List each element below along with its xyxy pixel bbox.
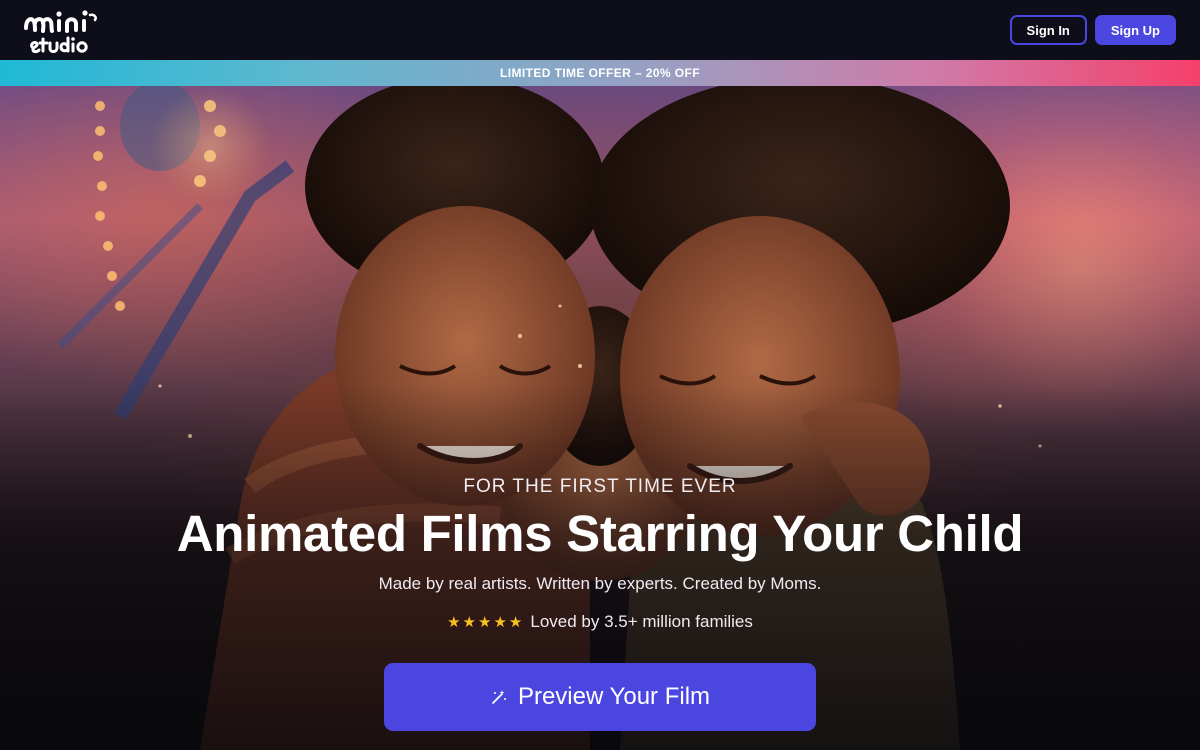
star-icon: ★ bbox=[508, 613, 523, 631]
rating-text: Loved by 3.5+ million families bbox=[530, 612, 753, 631]
preview-film-button[interactable]: Preview Your Film bbox=[384, 663, 816, 731]
rating-row: ★ ★ ★ ★ ★ Loved by 3.5+ million families bbox=[0, 612, 1200, 632]
hero-eyebrow: FOR THE FIRST TIME EVER bbox=[463, 476, 737, 497]
magic-wand-icon bbox=[490, 688, 508, 706]
rating-stars: ★ ★ ★ ★ ★ bbox=[447, 615, 522, 630]
star-icon: ★ bbox=[447, 613, 461, 631]
limited-offer-banner[interactable]: LIMITED TIME OFFER – 20% OFF bbox=[0, 60, 1200, 86]
hero-section: FOR THE FIRST TIME EVER Animated Films S… bbox=[0, 86, 1200, 750]
sign-in-button[interactable]: Sign In bbox=[1009, 15, 1087, 45]
hero-headline: Animated Films Starring Your Child bbox=[176, 505, 1024, 562]
mini-studio-logo[interactable] bbox=[22, 6, 102, 54]
hero-gradient-overlay bbox=[0, 86, 1200, 750]
star-icon: ★ bbox=[462, 613, 476, 631]
top-nav: Sign In Sign Up bbox=[0, 0, 1200, 60]
cta-label: Preview Your Film bbox=[517, 683, 711, 710]
star-icon: ★ bbox=[478, 613, 492, 631]
auth-buttons: Sign In Sign Up bbox=[1009, 15, 1176, 45]
star-icon: ★ bbox=[493, 613, 507, 631]
hero-subline: Made by real artists. Written by experts… bbox=[378, 574, 822, 593]
sign-up-button[interactable]: Sign Up bbox=[1094, 15, 1176, 45]
